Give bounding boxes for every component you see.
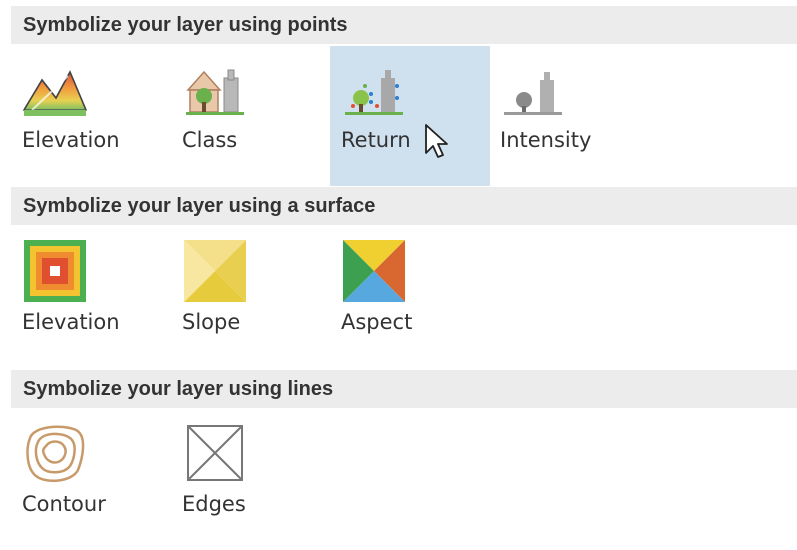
section-header-points: Symbolize your layer using points bbox=[11, 6, 797, 44]
points-return-icon bbox=[341, 56, 407, 122]
points-class-button[interactable]: Class bbox=[171, 46, 331, 186]
points-intensity-icon bbox=[500, 56, 566, 122]
surface-slope-label: Slope bbox=[182, 310, 241, 334]
contour-icon bbox=[22, 420, 88, 486]
section-header-surface: Symbolize your layer using a surface bbox=[11, 187, 797, 225]
surface-elevation-icon bbox=[22, 238, 88, 304]
points-intensity-button[interactable]: Intensity bbox=[489, 46, 649, 186]
edges-label: Edges bbox=[182, 492, 246, 516]
edges-button[interactable]: Edges bbox=[171, 410, 331, 550]
edges-icon bbox=[182, 420, 248, 486]
points-elevation-icon bbox=[22, 56, 88, 122]
contour-button[interactable]: Contour bbox=[11, 410, 171, 550]
points-intensity-label: Intensity bbox=[500, 128, 592, 152]
points-elevation-button[interactable]: Elevation bbox=[11, 46, 171, 186]
surface-elevation-button[interactable]: Elevation bbox=[11, 228, 171, 368]
surface-slope-button[interactable]: Slope bbox=[171, 228, 331, 368]
points-class-icon bbox=[182, 56, 248, 122]
points-return-label: Return bbox=[341, 128, 411, 152]
surface-aspect-button[interactable]: Aspect bbox=[330, 228, 490, 368]
points-class-label: Class bbox=[182, 128, 238, 152]
surface-aspect-label: Aspect bbox=[341, 310, 413, 334]
contour-label: Contour bbox=[22, 492, 106, 516]
surface-elevation-label: Elevation bbox=[22, 310, 120, 334]
section-header-lines: Symbolize your layer using lines bbox=[11, 370, 797, 408]
points-return-button[interactable]: Return bbox=[330, 46, 490, 186]
surface-slope-icon bbox=[182, 238, 248, 304]
surface-aspect-icon bbox=[341, 238, 407, 304]
points-elevation-label: Elevation bbox=[22, 128, 120, 152]
mouse-pointer-icon bbox=[424, 123, 452, 163]
